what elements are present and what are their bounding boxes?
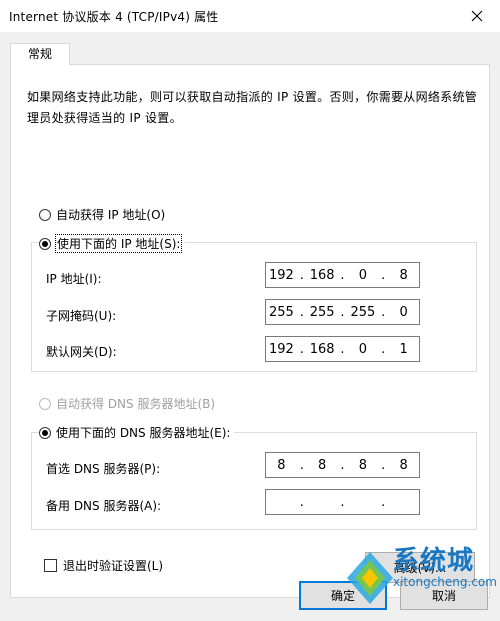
subnet-mask-label: 子网掩码(U): (46, 309, 117, 323)
manual-ip-option[interactable]: 使用下面的 IP 地址(S): (39, 234, 186, 253)
octet-separator: . (340, 267, 345, 283)
octet: 255 (350, 304, 376, 320)
preferred-dns-input[interactable]: 8. 8. 8. 8 (265, 452, 420, 478)
close-icon (471, 10, 483, 22)
octet: 192 (268, 267, 294, 283)
octet: 8 (317, 457, 327, 473)
octet-separator: . (340, 304, 345, 320)
alternate-dns-input[interactable]: . . . (265, 489, 420, 515)
octet-separator: . (381, 304, 386, 320)
general-tab-panel: 如果网络支持此功能，则可以获取自动指派的 IP 设置。否则，你需要从网络系统管理… (10, 64, 490, 598)
octet-separator: . (299, 304, 304, 320)
validate-on-exit-label: 退出时验证设置(L) (63, 559, 164, 573)
auto-ip-option[interactable]: 自动获得 IP 地址(O) (39, 206, 165, 223)
octet-separator: . (299, 341, 304, 357)
intro-text: 如果网络支持此功能，则可以获取自动指派的 IP 设置。否则，你需要从网络系统管理… (27, 90, 478, 125)
octet: 8 (399, 457, 408, 473)
watermark-url: xitongcheng.com (393, 575, 497, 589)
octet-separator: . (381, 341, 386, 357)
title-bar: Internet 协议版本 4 (TCP/IPv4) 属性 (0, 0, 500, 32)
manual-dns-option[interactable]: 使用下面的 DNS 服务器地址(E): (39, 424, 235, 441)
alternate-dns-label: 备用 DNS 服务器(A): (46, 499, 162, 513)
auto-ip-label: 自动获得 IP 地址(O) (56, 208, 166, 222)
manual-dns-label: 使用下面的 DNS 服务器地址(E): (56, 426, 231, 440)
octet-separator: . (340, 341, 345, 357)
octet-separator: . (381, 267, 386, 283)
octet: 255 (309, 304, 335, 320)
octet: 168 (309, 267, 335, 283)
octet: 0 (399, 304, 408, 320)
octet: 168 (309, 341, 335, 357)
octet: 8 (277, 457, 286, 473)
window-title: Internet 协议版本 4 (TCP/IPv4) 属性 (9, 10, 219, 24)
octet-separator: . (299, 494, 304, 510)
manual-ip-label: 使用下面的 IP 地址(S): (54, 234, 183, 253)
auto-ip-radio[interactable] (39, 208, 51, 221)
octet-separator: . (381, 457, 386, 473)
octet: 255 (268, 304, 294, 320)
tab-general[interactable]: 常规 (10, 43, 70, 65)
close-button[interactable] (454, 0, 500, 32)
subnet-mask-input[interactable]: 255. 255. 255. 0 (265, 299, 420, 325)
octet: 0 (358, 267, 367, 283)
default-gateway-input[interactable]: 192. 168. 0. 1 (265, 336, 420, 362)
octet: 0 (358, 341, 367, 357)
octet-separator: . (299, 457, 304, 473)
watermark-brand: 系统城 (393, 546, 475, 576)
auto-dns-radio[interactable] (39, 397, 51, 410)
ip-address-group: IP 地址(I): 192. 168. 0. 8 子网掩码(U): 255. 2… (31, 242, 477, 372)
validate-on-exit-option[interactable]: 退出时验证设置(L) (44, 557, 163, 574)
octet-separator: . (299, 267, 304, 283)
manual-dns-radio[interactable] (39, 426, 51, 439)
ip-address-input[interactable]: 192. 168. 0. 8 (265, 262, 420, 288)
validate-on-exit-checkbox[interactable] (44, 559, 57, 572)
auto-dns-option[interactable]: 自动获得 DNS 服务器地址(B) (39, 395, 215, 412)
default-gateway-label: 默认网关(D): (46, 345, 117, 359)
octet: 1 (399, 341, 408, 357)
ip-address-label: IP 地址(I): (46, 272, 102, 286)
manual-ip-radio[interactable] (39, 237, 51, 250)
octet-separator: . (340, 494, 345, 510)
watermark: 系统城 xitongcheng.com (345, 540, 500, 621)
octet-separator: . (340, 457, 345, 473)
dialog-client-area: 常规 如果网络支持此功能，则可以获取自动指派的 IP 设置。否则，你需要从网络系… (0, 32, 500, 621)
watermark-logo-icon (347, 552, 393, 604)
auto-dns-label: 自动获得 DNS 服务器地址(B) (56, 397, 216, 411)
octet: 8 (358, 457, 367, 473)
octet: 8 (399, 267, 408, 283)
preferred-dns-label: 首选 DNS 服务器(P): (46, 462, 161, 476)
dns-server-group: 首选 DNS 服务器(P): 8. 8. 8. 8 备用 DNS 服务器(A):… (31, 432, 477, 530)
octet: 192 (268, 341, 294, 357)
octet-separator: . (381, 494, 386, 510)
